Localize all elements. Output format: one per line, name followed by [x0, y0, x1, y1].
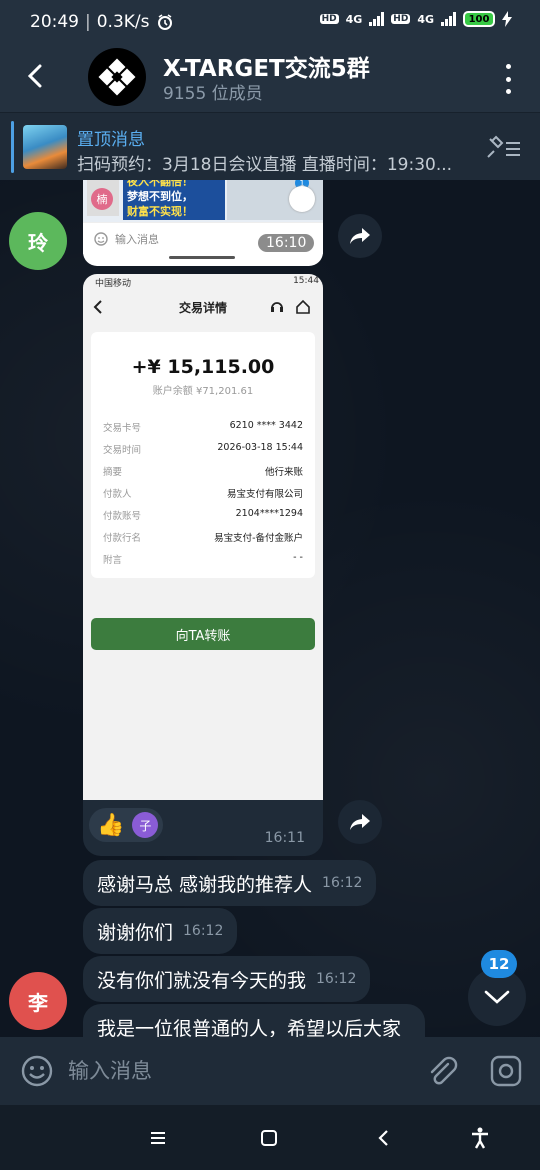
- recent-apps-button[interactable]: [143, 1123, 173, 1153]
- thumb-scroll-icon: [289, 186, 315, 212]
- reaction-chip[interactable]: 👍 子: [89, 808, 163, 842]
- status-time: 20:49: [30, 12, 79, 32]
- paperclip-icon: [430, 1056, 458, 1085]
- emoji-icon: [21, 1055, 53, 1087]
- signal-icon: [369, 12, 385, 26]
- text-message[interactable]: 我是一位很普通的人，希望以后大家: [83, 1004, 426, 1037]
- message-list[interactable]: 玲 楠 夜入不翻倍！ 梦想不到位， 财富不实现！ 1 输入消息 16:10 中国…: [0, 180, 540, 1037]
- status-bar: 20:49 | 0.3K/s HD 4G HD 4G 100: [0, 0, 540, 44]
- receipt-balance: 账户余额 ¥71,201.61: [152, 386, 254, 397]
- message-time: 16:10: [258, 234, 315, 252]
- message-time: 16:11: [264, 830, 305, 846]
- pinned-title: 置顶消息: [77, 130, 145, 150]
- alarm-icon: [157, 14, 172, 30]
- receipt-image[interactable]: 中国移动 15:44 交易详情 +¥ 15,115.00 账户余额 ¥71,20…: [83, 274, 323, 848]
- system-back-button[interactable]: [368, 1123, 398, 1153]
- accessibility-icon: [472, 1127, 488, 1149]
- network-speed: 0.3K/s: [96, 12, 150, 32]
- pinned-text: 扫码预约：3月18日会议直播 直播时间：19:30...: [77, 155, 453, 175]
- text-message[interactable]: 没有你们就没有今天的我 16:12: [83, 956, 371, 1002]
- text-message[interactable]: 谢谢你们 16:12: [83, 908, 238, 954]
- sender-avatar[interactable]: 玲: [9, 212, 67, 270]
- home-button[interactable]: [254, 1123, 284, 1153]
- receipt-row: 付款账号 2104****1294: [103, 508, 303, 522]
- receipt-row: 摘要 他行来账: [103, 467, 303, 478]
- forward-icon: [350, 814, 370, 830]
- signal-icon-2: [441, 12, 456, 26]
- net-type-1: 4G: [345, 12, 363, 26]
- receipt-row: 交易卡号 6210 **** 3442: [103, 420, 303, 434]
- forward-button[interactable]: [338, 214, 382, 258]
- receipt-home-icon: [296, 299, 310, 314]
- emoji-button[interactable]: [20, 1054, 54, 1092]
- camera-icon: [490, 1055, 522, 1087]
- hd-icon-2: HD: [391, 14, 411, 24]
- chat-header: X-TARGET交流5群 9155 位成员: [0, 44, 540, 112]
- pinned-message-bar[interactable]: 置顶消息 扫码预约：3月18日会议直播 直播时间：19:30...: [0, 112, 540, 180]
- more-menu-button[interactable]: [500, 64, 516, 94]
- system-nav-bar: [0, 1105, 540, 1170]
- forward-button[interactable]: [338, 800, 382, 844]
- message-input[interactable]: [68, 1037, 418, 1105]
- receipt-row: 付款行名 易宝支付-备付金账户: [103, 533, 303, 544]
- transfer-button: 向TA转账: [91, 618, 315, 650]
- pin-list-icon: [487, 135, 520, 158]
- x-target-logo: [98, 58, 136, 96]
- chevron-down-icon: [484, 990, 510, 1004]
- receipt-title: 交易详情: [178, 300, 227, 315]
- receipt-status-time: 15:44: [293, 276, 319, 286]
- charging-icon: [502, 11, 512, 27]
- receipt-card: +¥ 15,115.00 账户余额 ¥71,201.61 交易卡号 6210 **…: [91, 332, 315, 578]
- receipt-back-icon: [93, 300, 102, 314]
- battery-icon: 100: [463, 11, 495, 27]
- message-input-bar: [0, 1037, 540, 1105]
- receipt-row: 交易时间 2026-03-18 15:44: [103, 442, 303, 456]
- reaction-user-avatar: 子: [132, 812, 159, 838]
- poster-thumbnail: 夜入不翻倍！ 梦想不到位， 财富不实现！: [123, 180, 225, 220]
- attach-button[interactable]: [424, 1054, 458, 1092]
- back-button[interactable]: [16, 58, 52, 94]
- image-message[interactable]: 楠 夜入不翻倍！ 梦想不到位， 财富不实现！ 1 输入消息: [83, 180, 323, 266]
- pinned-thumbnail: [23, 125, 67, 169]
- reaction-footer: 👍 子 16:11: [83, 800, 323, 856]
- receipt-carrier: 中国移动: [95, 279, 132, 289]
- home-square-icon: [261, 1130, 277, 1146]
- thumb-avatar: 楠: [91, 188, 113, 210]
- forward-icon: [350, 228, 370, 244]
- chat-title[interactable]: X-TARGET交流5群: [163, 49, 370, 83]
- hd-icon: HD: [319, 14, 339, 24]
- camera-button[interactable]: [489, 1054, 523, 1092]
- receipt-amount: +¥ 15,115.00: [131, 356, 275, 378]
- receipt-row: 附言 - -: [103, 552, 303, 566]
- back-chevron-icon: [378, 1130, 388, 1146]
- net-type-2: 4G: [417, 12, 434, 26]
- receipt-service-icon: [271, 302, 283, 312]
- thumb-input-placeholder: 输入消息: [115, 233, 159, 246]
- pinned-indicator: [11, 121, 14, 173]
- receipt-row: 付款人 易宝支付有限公司: [103, 489, 303, 500]
- sender-avatar[interactable]: 李: [9, 972, 67, 1030]
- accessibility-button[interactable]: [465, 1123, 495, 1153]
- member-count: 9155 位成员: [163, 84, 263, 104]
- thumbs-up-icon: 👍: [97, 812, 125, 838]
- text-message[interactable]: 感谢马总 感谢我的推荐人 16:12: [83, 860, 377, 906]
- back-arrow-icon: [27, 64, 42, 88]
- group-avatar[interactable]: [88, 48, 146, 106]
- thumb-emoji-icon: [94, 232, 108, 246]
- pinned-list-button[interactable]: [486, 135, 522, 167]
- menu-icon: [151, 1132, 165, 1144]
- unread-badge: 12: [481, 950, 517, 978]
